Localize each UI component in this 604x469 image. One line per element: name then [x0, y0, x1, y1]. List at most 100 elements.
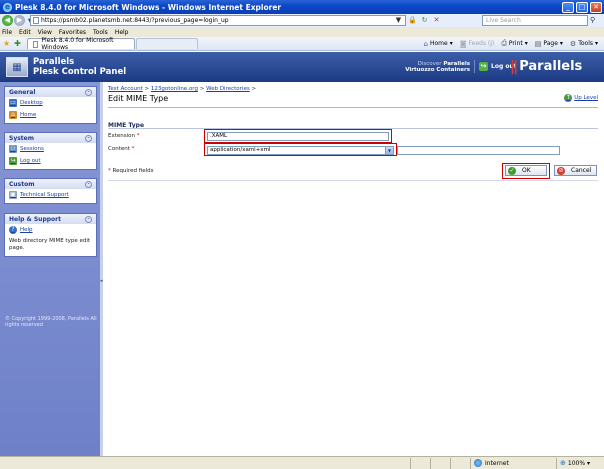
sidebar-item-label: Log out — [20, 158, 41, 164]
parallels-logo-text: Parallels — [519, 59, 583, 74]
menu-view[interactable]: View — [38, 29, 52, 36]
brand: Parallels Plesk Control Panel — [33, 57, 126, 77]
feeds-button[interactable]: ◙ Feeds (J) — [460, 40, 495, 48]
sidebar-panel-custom: Custom ⌃ ▣ Technical Support — [4, 178, 97, 204]
minimize-button[interactable]: _ — [562, 1, 574, 13]
url-dropdown-icon[interactable]: ▼ — [394, 16, 403, 25]
status-cell — [410, 458, 411, 469]
desktop-icon: ▭ — [9, 99, 17, 107]
menu-help[interactable]: Help — [115, 29, 129, 36]
sidebar-item-home[interactable]: ⌂ Home — [5, 109, 96, 123]
page-menu-button[interactable]: ▤ Page ▾ — [535, 40, 563, 48]
forward-icon[interactable]: ▶ — [14, 15, 25, 26]
support-icon: ▣ — [9, 191, 17, 199]
required-note-text: Required fields — [112, 168, 154, 174]
required-star: * — [135, 133, 140, 139]
sidebar-item-label: Desktop — [20, 100, 43, 106]
panel-header-system[interactable]: System ⌃ — [5, 133, 96, 143]
address-bar: ◀ ▶ ▼ https://psmb02.planetsmb.net:8443/… — [0, 14, 604, 27]
stop-icon[interactable]: ✕ — [432, 16, 441, 25]
zoom-dropdown-icon[interactable]: ▾ — [587, 460, 590, 467]
browser-tab[interactable]: Plesk 8.4.0 for Microsoft Windows — [26, 37, 135, 51]
url-text: https://psmb02.planetsmb.net:8443/?previ… — [41, 17, 229, 24]
extension-label-text: Extension — [108, 133, 136, 139]
page-icon — [33, 17, 39, 24]
print-button[interactable]: ⎙ Print ▾ — [501, 39, 527, 48]
breadcrumb-domain[interactable]: 123gotonline.org — [151, 86, 198, 92]
menu-bar: File Edit View Favorites Tools Help — [0, 27, 604, 37]
search-icon[interactable]: ⚲ — [590, 16, 602, 25]
panel-header-custom[interactable]: Custom ⌃ — [5, 179, 96, 189]
print-dropdown-icon[interactable]: ▾ — [525, 40, 528, 47]
refresh-icon[interactable]: ↻ — [420, 16, 429, 25]
copyright: © Copyright 1999-2008, Parallels All rig… — [5, 316, 97, 328]
collapse-icon[interactable]: ⌃ — [85, 88, 92, 96]
zoom-icon: ⊕ — [560, 459, 566, 467]
extension-input[interactable]: .XAML — [207, 132, 389, 141]
home-dropdown-icon[interactable]: ▾ — [450, 40, 453, 47]
back-icon[interactable]: ◀ — [2, 15, 13, 26]
print-label: Print — [508, 40, 523, 47]
print-icon: ⎙ — [501, 39, 507, 47]
close-button[interactable]: ✕ — [590, 1, 602, 13]
sidebar-item-label: Technical Support — [20, 192, 69, 198]
page-menu-label: Page — [543, 40, 558, 47]
breadcrumb-sep: > — [142, 86, 151, 92]
sidebar-item-help[interactable]: ? Help — [5, 224, 96, 236]
divider — [108, 180, 598, 181]
parallels-logo: || Parallels — [510, 58, 604, 75]
tools-menu-button[interactable]: ⚙ Tools ▾ — [570, 40, 598, 48]
sidebar-item-technical-support[interactable]: ▣ Technical Support — [5, 189, 96, 203]
breadcrumb-sep: > — [249, 86, 257, 92]
sidebar: General ⌃ ▭ Desktop ⌂ Home System ⌃ ⚇ Se… — [0, 82, 100, 456]
breadcrumb-web-directories[interactable]: Web Directories — [206, 86, 250, 92]
security-zone[interactable]: Internet — [474, 459, 509, 467]
extension-label: Extension * — [108, 133, 140, 139]
favorites-star-icon[interactable]: ★ — [3, 39, 10, 48]
home-label: Home — [429, 40, 448, 47]
lock-icon[interactable]: 🔒 — [408, 16, 417, 25]
sidebar-item-logout[interactable]: ↪ Log out — [5, 155, 96, 169]
menu-tools[interactable]: Tools — [93, 29, 108, 36]
collapse-icon[interactable]: ⌃ — [85, 134, 92, 142]
panel-title-help: Help & Support — [9, 215, 61, 223]
sidebar-item-desktop[interactable]: ▭ Desktop — [5, 97, 96, 109]
globe-icon — [474, 459, 482, 467]
breadcrumb-test-account[interactable]: Test Account — [108, 86, 143, 92]
brand-line2: Plesk Control Panel — [33, 67, 127, 77]
home-button[interactable]: ⌂ Home ▾ — [424, 40, 453, 48]
up-level-link[interactable]: ↑ Up Level — [564, 94, 598, 102]
collapse-icon[interactable]: ⌃ — [85, 215, 92, 223]
zoom-control[interactable]: ⊕ 100% ▾ — [560, 459, 590, 467]
content-select[interactable]: application/xaml+xml ▼ — [207, 146, 394, 155]
menu-file[interactable]: File — [2, 29, 12, 36]
discover-product: Virtuozzo Containers — [405, 67, 470, 73]
menu-favorites[interactable]: Favorites — [59, 29, 86, 36]
check-icon: ✓ — [508, 166, 516, 175]
help-text: Web directory MIME type edit page. — [9, 238, 91, 251]
plesk-logo-icon: ▦ — [6, 57, 28, 77]
menu-edit[interactable]: Edit — [19, 29, 31, 36]
sidebar-panel-system: System ⌃ ⚇ Sessions ↪ Log out — [4, 132, 97, 170]
url-input[interactable]: https://psmb02.planetsmb.net:8443/?previ… — [30, 15, 406, 26]
maximize-button[interactable]: □ — [576, 1, 588, 13]
content-custom-input[interactable] — [397, 146, 560, 155]
ok-button[interactable]: ✓ OK — [505, 165, 547, 176]
add-favorite-icon[interactable]: ✚ — [14, 39, 21, 48]
up-level-label: Up Level — [574, 95, 598, 101]
search-input[interactable]: Live Search — [482, 15, 588, 26]
panel-header-general[interactable]: General ⌃ — [5, 87, 96, 97]
sidebar-item-sessions[interactable]: ⚇ Sessions — [5, 143, 96, 155]
chevron-down-icon[interactable]: ▼ — [385, 147, 393, 154]
panel-header-help[interactable]: Help & Support ⌃ — [5, 214, 96, 224]
status-cell — [556, 458, 557, 469]
home-icon: ⌂ — [9, 111, 17, 119]
discover-link[interactable]: Discover Parallels Virtuozzo Containers — [400, 61, 470, 73]
collapse-icon[interactable]: ⌃ — [85, 180, 92, 188]
required-star: * — [129, 146, 135, 152]
cancel-button[interactable]: ⊘ Cancel — [554, 165, 597, 176]
new-tab-button[interactable] — [135, 38, 198, 49]
content-label: Content * — [108, 146, 134, 152]
parallels-bars-icon: || — [510, 58, 518, 75]
feeds-label: Feeds (J) — [468, 40, 495, 47]
